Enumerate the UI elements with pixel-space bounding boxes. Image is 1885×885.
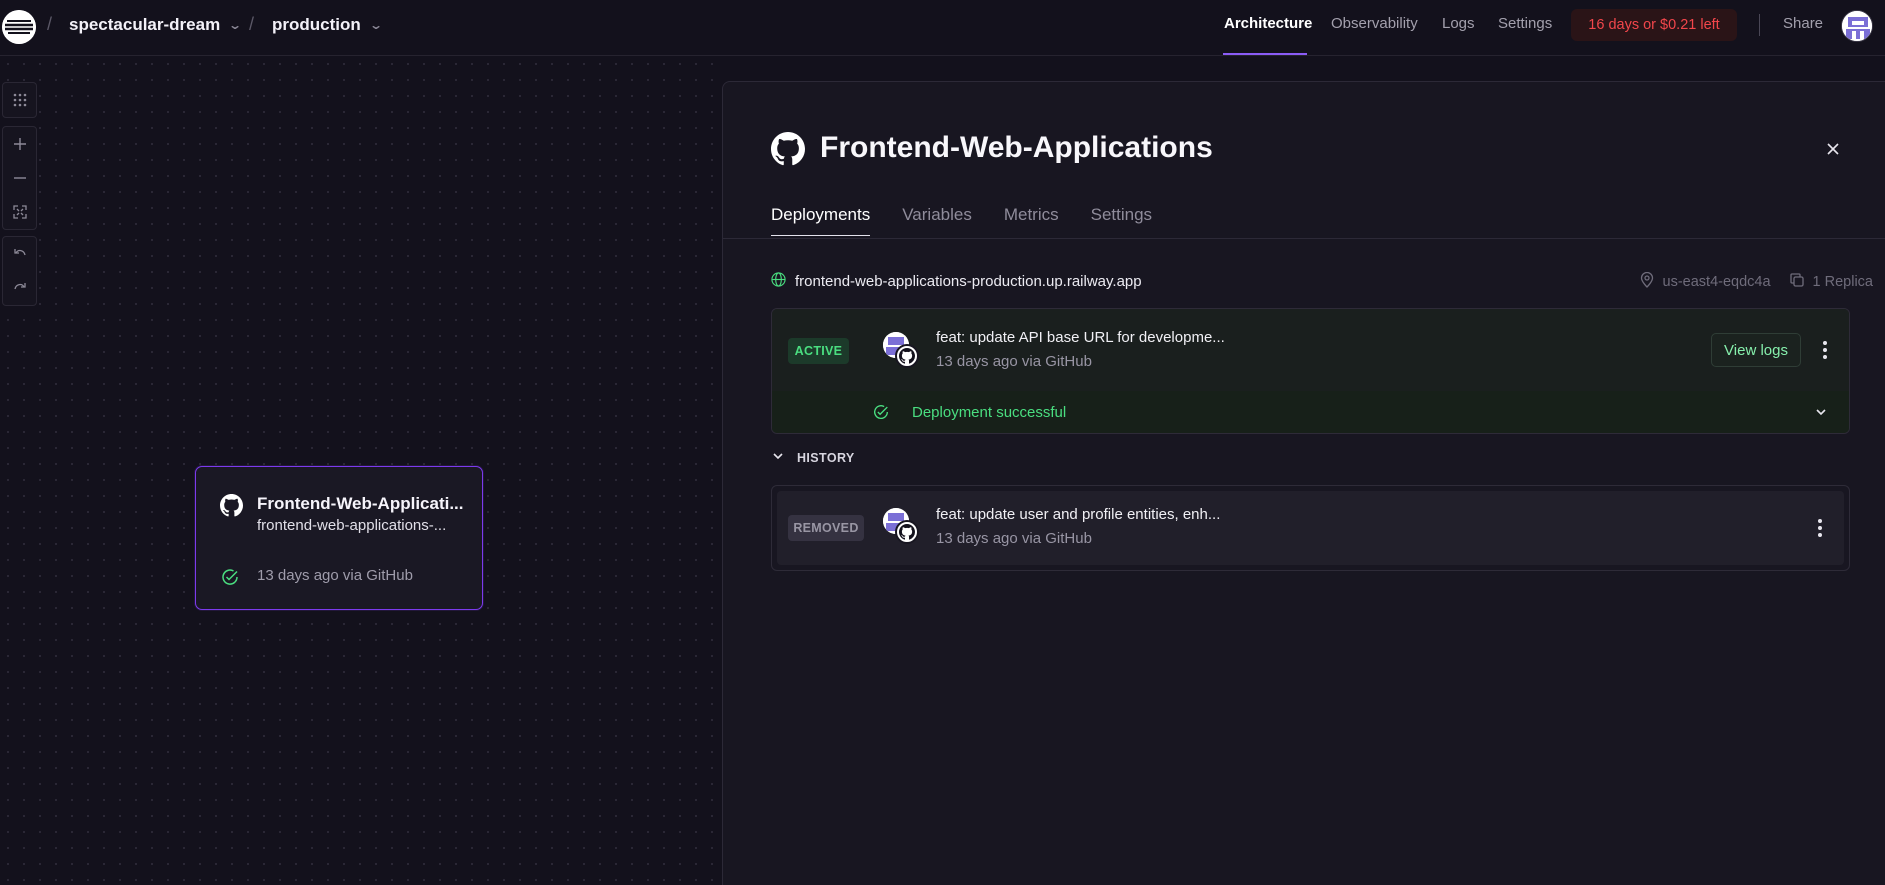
more-options-icon[interactable] xyxy=(1815,335,1835,365)
copy-icon xyxy=(1789,273,1804,291)
chevron-down-icon[interactable] xyxy=(1814,405,1828,424)
tab-variables[interactable]: Variables xyxy=(902,205,972,236)
commit-meta: 13 days ago via GitHub xyxy=(936,530,1092,547)
user-avatar[interactable] xyxy=(1841,10,1873,42)
project-selector[interactable]: spectacular-dream ⌄ xyxy=(69,15,243,35)
chevron-down-icon: ⌄ xyxy=(228,18,243,32)
service-url: frontend-web-applications-production.up.… xyxy=(795,273,1142,290)
redo-icon[interactable] xyxy=(3,271,36,305)
replicas-label: 1 Replica xyxy=(1812,274,1873,290)
top-bar: / spectacular-dream ⌄ / production ⌄ Arc… xyxy=(0,0,1885,56)
github-icon xyxy=(771,132,805,171)
service-card-subtitle: frontend-web-applications-... xyxy=(257,517,447,534)
github-icon xyxy=(220,494,243,522)
service-card-status: 13 days ago via GitHub xyxy=(257,567,413,584)
check-circle-icon xyxy=(872,403,890,426)
history-toggle[interactable]: HISTORY xyxy=(771,449,855,466)
commit-avatars xyxy=(883,332,923,370)
breadcrumb-separator: / xyxy=(47,14,53,34)
canvas-history-controls xyxy=(2,236,37,306)
nav-observability[interactable]: Observability xyxy=(1331,15,1418,32)
github-icon xyxy=(895,520,919,544)
service-detail-panel: Frontend-Web-Applications Deployments Va… xyxy=(722,81,1885,885)
status-badge: REMOVED xyxy=(788,515,864,541)
tabs-divider xyxy=(723,238,1885,239)
railway-logo-icon[interactable] xyxy=(2,10,36,44)
breadcrumb-separator: / xyxy=(249,14,255,34)
commit-meta: 13 days ago via GitHub xyxy=(936,353,1092,370)
globe-icon xyxy=(771,272,786,291)
deployment-status: Deployment successful xyxy=(912,404,1067,421)
environment-name: production xyxy=(272,15,361,34)
grid-icon[interactable] xyxy=(3,83,36,117)
history-label: HISTORY xyxy=(797,450,855,465)
minus-icon[interactable] xyxy=(3,161,36,195)
trial-badge[interactable]: 16 days or $0.21 left xyxy=(1571,9,1737,41)
undo-icon[interactable] xyxy=(3,237,36,271)
commit-message: feat: update API base URL for developme.… xyxy=(936,329,1225,346)
active-nav-indicator xyxy=(1223,53,1307,55)
project-name: spectacular-dream xyxy=(69,15,221,34)
deployment-info: us-east4-eqdc4a 1 Replica xyxy=(1640,271,1873,292)
tab-settings[interactable]: Settings xyxy=(1091,205,1152,236)
view-logs-button[interactable]: View logs xyxy=(1711,333,1801,367)
status-badge: ACTIVE xyxy=(788,338,849,364)
nav-logs[interactable]: Logs xyxy=(1442,15,1475,32)
environment-selector[interactable]: production ⌄ xyxy=(272,15,383,35)
check-circle-icon xyxy=(220,567,240,592)
service-card[interactable]: Frontend-Web-Applicati... frontend-web-a… xyxy=(195,466,483,610)
service-card-title: Frontend-Web-Applicati... xyxy=(257,494,464,513)
commit-message: feat: update user and profile entities, … xyxy=(936,506,1221,523)
history-list: REMOVED feat: update user and profile en… xyxy=(771,485,1850,571)
close-icon[interactable] xyxy=(1823,139,1843,159)
chevron-down-icon xyxy=(771,449,785,466)
service-url-link[interactable]: frontend-web-applications-production.up.… xyxy=(771,272,1142,291)
active-deployment-card[interactable]: ACTIVE feat: update API base URL for dev… xyxy=(771,308,1850,434)
panel-title: Frontend-Web-Applications xyxy=(820,131,1213,164)
share-button[interactable]: Share xyxy=(1783,15,1823,32)
architecture-canvas[interactable]: Frontend-Web-Applicati... frontend-web-a… xyxy=(0,56,722,885)
chevron-down-icon: ⌄ xyxy=(368,18,383,32)
fit-icon[interactable] xyxy=(3,195,36,229)
tab-metrics[interactable]: Metrics xyxy=(1004,205,1059,236)
divider xyxy=(1759,14,1760,36)
location-pin-icon xyxy=(1640,271,1654,292)
deployment-header xyxy=(772,309,1849,391)
more-options-icon[interactable] xyxy=(1810,513,1830,543)
panel-tabs: Deployments Variables Metrics Settings xyxy=(771,205,1152,236)
github-icon xyxy=(895,344,919,368)
plus-icon[interactable] xyxy=(3,127,36,161)
commit-avatars xyxy=(883,508,923,546)
canvas-zoom-controls xyxy=(2,126,37,230)
list-item[interactable]: REMOVED feat: update user and profile en… xyxy=(777,491,1844,565)
nav-architecture[interactable]: Architecture xyxy=(1224,15,1312,32)
tab-deployments[interactable]: Deployments xyxy=(771,205,871,236)
nav-settings[interactable]: Settings xyxy=(1498,15,1552,32)
canvas-toolbar-top xyxy=(2,82,37,118)
region-label: us-east4-eqdc4a xyxy=(1662,274,1771,290)
